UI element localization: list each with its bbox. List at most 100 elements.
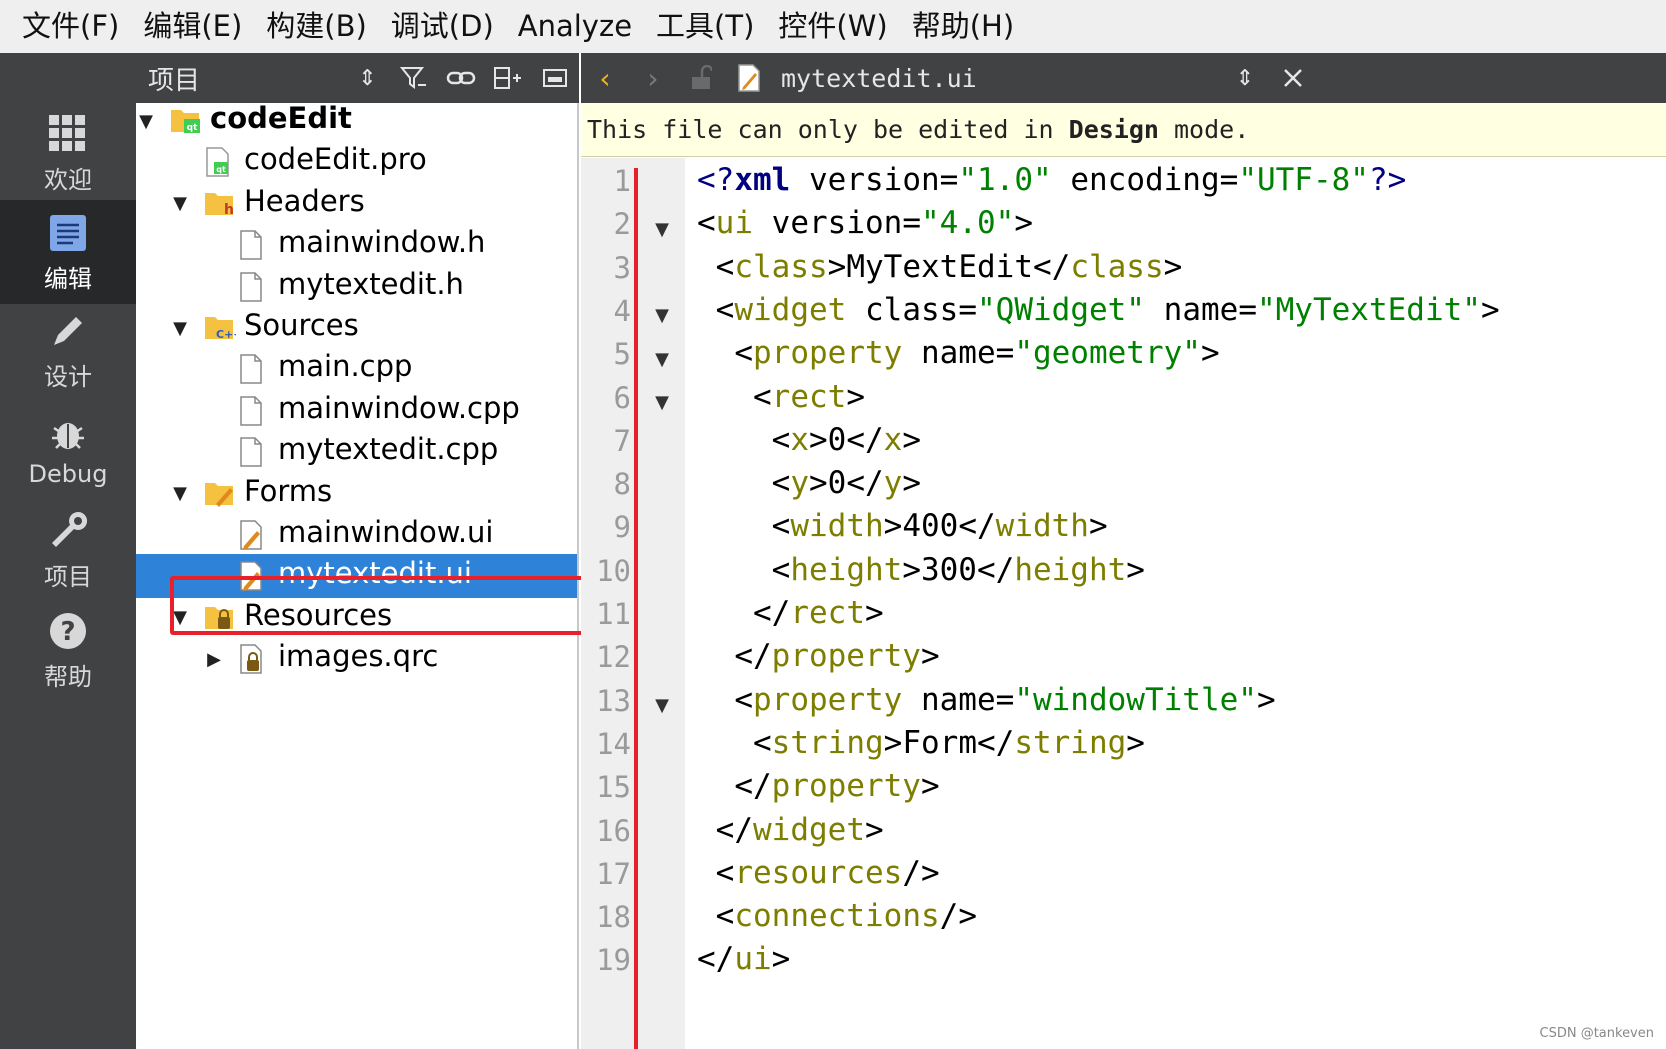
expand-arrow-down-icon[interactable]: ▼ [170, 193, 190, 214]
mode-button-0[interactable]: 欢迎 [0, 101, 136, 205]
line-number: 5 [613, 337, 631, 372]
code-line[interactable]: <resources/> [697, 855, 940, 891]
code-line[interactable]: <connections/> [697, 898, 977, 934]
line-number: 8 [613, 467, 631, 502]
bug-icon [46, 412, 90, 456]
expand-arrow-down-icon[interactable]: ▼ [170, 483, 190, 504]
info-text-design: Design [1068, 115, 1159, 144]
code-line[interactable]: <class>MyTextEdit</class> [697, 249, 1183, 285]
tree-item-label: codeEdit [210, 101, 352, 135]
code-line[interactable]: <height>300</height> [697, 552, 1145, 588]
tree-item[interactable]: ▼ h Headers [136, 182, 577, 226]
mode-button-1[interactable]: 编辑 [0, 200, 136, 304]
code-line[interactable]: <x>0</x> [697, 422, 921, 458]
back-arrow-icon[interactable]: ‹ [581, 53, 629, 103]
code-line[interactable]: <?xml version="1.0" encoding="UTF-8"?> [697, 162, 1406, 198]
code-line[interactable]: </property> [697, 768, 939, 804]
tree-item[interactable]: mainwindow.h [136, 223, 577, 267]
filter-icon[interactable] [391, 53, 438, 103]
tree-item[interactable]: mytextedit.cpp [136, 430, 577, 474]
code-line[interactable]: <property name="windowTitle"> [697, 682, 1275, 718]
code-line[interactable]: <width>400</width> [697, 508, 1108, 544]
tree-item[interactable]: mytextedit.h [136, 265, 577, 309]
forward-arrow-icon[interactable]: › [629, 53, 677, 103]
menu-item-7[interactable]: 帮助(H) [900, 0, 1026, 53]
tree-item[interactable]: ▼ qt codeEdit [136, 99, 577, 143]
mode-label: 编辑 [44, 264, 92, 293]
tree-item[interactable]: qt codeEdit.pro [136, 140, 577, 184]
fold-arrow-icon[interactable]: ▼ [650, 392, 674, 413]
tree-item[interactable]: ▶ images.qrc [136, 637, 577, 681]
code-line[interactable]: </widget> [697, 812, 884, 848]
tree-item-label: mainwindow.h [278, 225, 486, 260]
svg-text:qt: qt [216, 165, 226, 174]
code-line[interactable]: <string>Form</string> [697, 725, 1145, 761]
tree-item-label: codeEdit.pro [244, 142, 427, 177]
wrench-icon [46, 509, 90, 553]
menu-item-0[interactable]: 文件(F) [10, 0, 131, 53]
tree-item[interactable]: ▼ Forms [136, 472, 577, 516]
watermark: CSDN @tankeven [1539, 1026, 1655, 1041]
mode-label: 欢迎 [44, 165, 92, 194]
line-number: 17 [596, 856, 631, 891]
qt-pro-file-icon: qt [204, 146, 232, 178]
open-file-name[interactable]: mytextedit.ui [781, 64, 1221, 93]
menu-item-3[interactable]: 调试(D) [379, 0, 506, 53]
sort-arrows-icon[interactable]: ⇕ [344, 53, 391, 103]
menu-item-6[interactable]: 控件(W) [766, 0, 899, 53]
menu-item-4[interactable]: Analyze [506, 0, 644, 53]
mode-button-2[interactable]: 设计 [0, 298, 136, 402]
code-line[interactable]: <widget class="QWidget" name="MyTextEdit… [697, 292, 1500, 328]
fold-arrow-icon[interactable]: ▼ [650, 349, 674, 370]
ui-file-icon [725, 53, 773, 103]
split-icon[interactable] [485, 53, 532, 103]
tree-item[interactable]: mainwindow.cpp [136, 389, 577, 433]
code-line[interactable]: <property name="geometry"> [697, 335, 1219, 371]
tree-item[interactable]: mainwindow.ui [136, 513, 577, 557]
editor-toolbar: ‹ › mytextedit.ui ⇕ [581, 53, 1666, 103]
expand-arrow-right-icon[interactable]: ▶ [204, 649, 224, 670]
file-icon [238, 353, 266, 385]
line-number: 1 [613, 164, 631, 198]
menu-item-2[interactable]: 构建(B) [254, 0, 379, 53]
fold-arrow-icon[interactable]: ▼ [650, 695, 674, 716]
file-icon [238, 271, 266, 302]
line-number: 12 [596, 640, 631, 675]
tree-item-label: images.qrc [278, 639, 439, 674]
document-icon [46, 211, 90, 255]
tree-item[interactable]: main.cpp [136, 347, 577, 391]
svg-text:?: ? [60, 617, 75, 647]
close-panel-icon[interactable] [532, 53, 579, 103]
fold-arrow-icon[interactable]: ▼ [650, 219, 674, 240]
line-number: 19 [596, 943, 631, 978]
unlock-icon[interactable] [677, 53, 725, 103]
code-line[interactable]: </property> [697, 638, 939, 674]
svg-text:C++: C++ [216, 328, 236, 341]
code-line[interactable]: </ui> [697, 941, 790, 977]
code-line[interactable]: </rect> [697, 595, 884, 631]
file-switch-arrows-icon[interactable]: ⇕ [1221, 53, 1269, 103]
mode-button-3[interactable]: Debug [0, 398, 136, 502]
modified-marker-line [634, 168, 638, 1049]
mode-button-5[interactable]: ? 帮助 [0, 598, 136, 702]
qrc-file-icon [238, 643, 266, 674]
tree-item[interactable]: ▼ C++ Sources [136, 306, 577, 350]
line-number: 4 [613, 293, 631, 328]
code-line[interactable]: <ui version="4.0"> [697, 205, 1033, 241]
tree-item-label: main.cpp [278, 349, 413, 384]
fold-arrow-icon[interactable]: ▼ [650, 305, 674, 326]
tree-item-label: mainwindow.ui [278, 515, 494, 549]
link-icon[interactable] [438, 53, 485, 103]
pencil-icon [46, 309, 90, 353]
line-number: 10 [596, 553, 631, 588]
close-file-icon[interactable] [1269, 53, 1317, 103]
code-line[interactable]: <y>0</y> [697, 465, 921, 501]
code-line[interactable]: <rect> [697, 379, 865, 415]
menu-item-1[interactable]: 编辑(E) [131, 0, 254, 53]
help-icon: ? [46, 609, 90, 653]
mode-button-4[interactable]: 项目 [0, 498, 136, 602]
expand-arrow-down-icon[interactable]: ▼ [136, 111, 156, 132]
mode-label: 设计 [44, 362, 92, 391]
expand-arrow-down-icon[interactable]: ▼ [170, 318, 190, 339]
menu-item-5[interactable]: 工具(T) [644, 0, 766, 53]
